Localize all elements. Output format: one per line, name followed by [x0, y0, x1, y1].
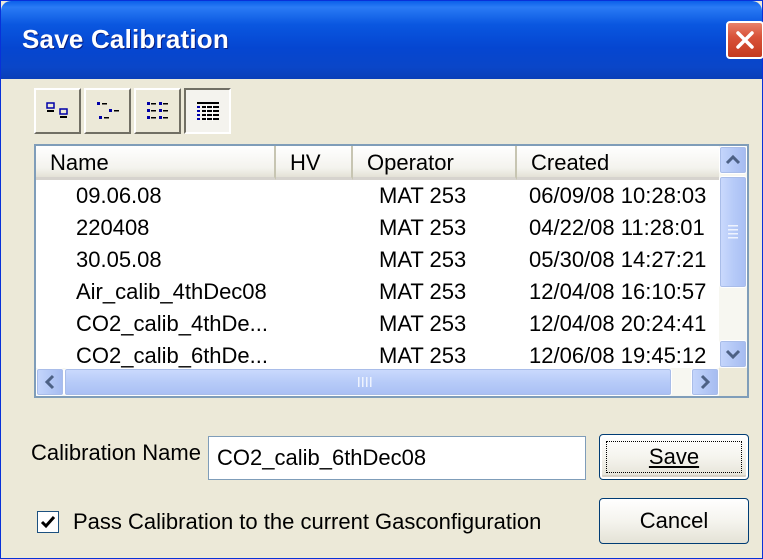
- list-view-button[interactable]: [134, 88, 181, 134]
- row-hv: [276, 340, 353, 370]
- row-hv: [276, 308, 353, 340]
- row-name: Air_calib_4thDec08: [76, 279, 267, 304]
- column-header-created[interactable]: Created: [517, 146, 719, 180]
- row-created: 12/04/08 16:10:57: [529, 279, 707, 304]
- row-hv: [276, 276, 353, 308]
- list-row[interactable]: CO2_calib_6thDe... MAT 253 12/06/08 19:4…: [36, 340, 719, 370]
- row-created: 05/30/08 14:27:21: [529, 247, 707, 272]
- column-header-operator[interactable]: Operator: [353, 146, 517, 180]
- list-row[interactable]: 09.06.08 MAT 253 06/09/08 10:28:03: [36, 180, 719, 212]
- list-row[interactable]: Air_calib_4thDec08 MAT 253 12/04/08 16:1…: [36, 276, 719, 308]
- horizontal-scrollbar[interactable]: [36, 368, 719, 396]
- details-view-button[interactable]: [184, 88, 231, 134]
- grip-icon: [358, 377, 372, 387]
- grip-icon: [728, 225, 738, 239]
- column-header-hv[interactable]: HV: [276, 146, 353, 180]
- list-header: Name HV Operator Created: [36, 146, 719, 180]
- pass-calibration-checkbox[interactable]: [37, 511, 59, 533]
- large-icons-view-button[interactable]: [34, 88, 81, 134]
- row-created: 04/22/08 11:28:01: [529, 215, 705, 240]
- row-hv: [276, 212, 353, 244]
- details-view-icon: [196, 102, 219, 121]
- chevron-down-icon: [725, 349, 741, 360]
- scroll-up-button[interactable]: [719, 146, 747, 174]
- list-body: 09.06.08 MAT 253 06/09/08 10:28:03 22040…: [36, 180, 719, 370]
- calibration-name-input[interactable]: [208, 436, 586, 480]
- scroll-left-button[interactable]: [36, 368, 64, 396]
- close-icon: [736, 31, 754, 49]
- row-created: 06/09/08 10:28:03: [529, 183, 707, 208]
- small-icons-view-icon: [96, 102, 119, 119]
- list-row[interactable]: 30.05.08 MAT 253 05/30/08 14:27:21: [36, 244, 719, 276]
- dialog-title: Save Calibration: [22, 24, 229, 54]
- close-button[interactable]: [726, 21, 763, 59]
- row-name: 220408: [76, 215, 150, 240]
- row-operator: MAT 253: [379, 183, 467, 208]
- row-name: 09.06.08: [76, 183, 162, 208]
- row-operator: MAT 253: [379, 311, 467, 336]
- save-calibration-dialog: Save Calibration Name HV Operator Create…: [0, 0, 763, 559]
- row-operator: MAT 253: [379, 215, 467, 240]
- row-name: 30.05.08: [76, 247, 162, 272]
- row-hv: [276, 180, 353, 212]
- chevron-left-icon: [44, 374, 55, 390]
- row-hv: [276, 244, 353, 276]
- focus-rectangle: [606, 441, 742, 473]
- checkmark-icon: [40, 516, 56, 529]
- pass-calibration-option[interactable]: Pass Calibration to the current Gasconfi…: [37, 509, 541, 535]
- column-header-name[interactable]: Name: [36, 146, 276, 180]
- row-name: CO2_calib_4thDe...: [76, 311, 268, 336]
- cancel-button[interactable]: Cancel: [599, 498, 749, 544]
- list-view-icon: [146, 102, 168, 119]
- horizontal-scroll-thumb[interactable]: [64, 368, 672, 396]
- cancel-button-label: Cancel: [639, 508, 709, 533]
- scroll-right-button[interactable]: [691, 368, 719, 396]
- large-icons-view-icon: [45, 102, 68, 118]
- view-mode-toolbar: [34, 88, 231, 134]
- scroll-down-button[interactable]: [719, 340, 747, 368]
- chevron-right-icon: [700, 374, 711, 390]
- row-created: 12/06/08 19:45:12: [529, 343, 707, 368]
- row-created: 12/04/08 20:24:41: [529, 311, 707, 336]
- row-operator: MAT 253: [379, 343, 467, 368]
- calibration-list[interactable]: Name HV Operator Created 09.06.08 MAT 25…: [34, 144, 749, 398]
- list-row[interactable]: 220408 MAT 253 04/22/08 11:28:01: [36, 212, 719, 244]
- row-name: CO2_calib_6thDe...: [76, 343, 268, 368]
- row-operator: MAT 253: [379, 247, 467, 272]
- list-row[interactable]: CO2_calib_4thDe... MAT 253 12/04/08 20:2…: [36, 308, 719, 340]
- pass-calibration-label: Pass Calibration to the current Gasconfi…: [73, 509, 542, 534]
- chevron-up-icon: [725, 154, 741, 165]
- scrollbar-corner: [719, 368, 747, 396]
- vertical-scrollbar[interactable]: [719, 146, 747, 368]
- title-bar[interactable]: Save Calibration: [1, 1, 763, 79]
- row-operator: MAT 253: [379, 279, 467, 304]
- vertical-scroll-thumb[interactable]: [719, 176, 747, 288]
- small-icons-view-button[interactable]: [84, 88, 131, 134]
- save-button[interactable]: Save: [599, 434, 749, 480]
- calibration-name-label: Calibration Name: [31, 440, 201, 465]
